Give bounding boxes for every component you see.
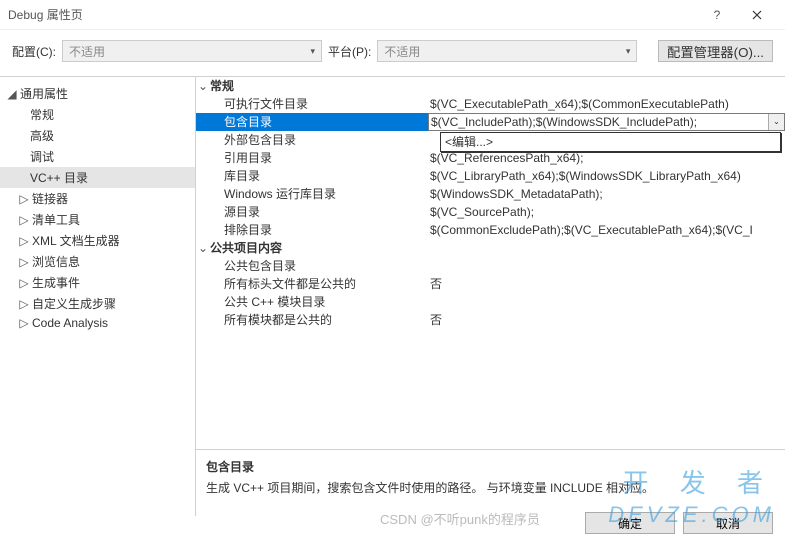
expand-icon: ▷	[18, 316, 30, 330]
tree-item[interactable]: ▷自定义生成步骤	[0, 293, 195, 314]
property-value[interactable]: $(CommonExcludePath);$(VC_ExecutablePath…	[428, 221, 785, 239]
chevron-down-icon: ▾	[626, 46, 631, 57]
property-value[interactable]	[428, 257, 785, 275]
property-category[interactable]: ⌄公共项目内容	[196, 239, 785, 257]
tree-item[interactable]: 常规	[0, 104, 195, 125]
property-name: 引用目录	[196, 149, 428, 167]
property-name: 可执行文件目录	[196, 95, 428, 113]
property-row[interactable]: 所有模块都是公共的否	[196, 311, 785, 329]
expand-icon: ▷	[18, 255, 30, 269]
tree-item[interactable]: VC++ 目录	[0, 167, 195, 188]
tree-item[interactable]: ▷链接器	[0, 188, 195, 209]
config-combo[interactable]: 不适用 ▾	[62, 40, 322, 62]
property-row[interactable]: 源目录$(VC_SourcePath);	[196, 203, 785, 221]
property-name: 公共包含目录	[196, 257, 428, 275]
platform-label: 平台(P):	[328, 43, 371, 60]
edit-dropdown[interactable]: <编辑...>	[440, 132, 781, 152]
collapse-icon: ◢	[6, 87, 18, 101]
expand-icon: ▷	[18, 276, 30, 290]
property-name: Windows 运行库目录	[196, 185, 428, 203]
close-icon	[752, 10, 762, 20]
tree-item[interactable]: ▷清单工具	[0, 209, 195, 230]
property-name: 包含目录	[196, 113, 428, 131]
tree-root[interactable]: ◢通用属性	[0, 83, 195, 104]
property-value[interactable]	[428, 293, 785, 311]
property-value[interactable]: $(VC_SourcePath);	[428, 203, 785, 221]
close-button[interactable]	[737, 0, 777, 30]
property-name: 源目录	[196, 203, 428, 221]
sidebar: ◢通用属性常规高级调试VC++ 目录▷链接器▷清单工具▷XML 文档生成器▷浏览…	[0, 77, 196, 516]
main-panel: ⌄常规可执行文件目录$(VC_ExecutablePath_x64);$(Com…	[196, 77, 785, 516]
config-manager-button[interactable]: 配置管理器(O)...	[658, 40, 773, 62]
chevron-down-icon: ▾	[310, 46, 315, 57]
property-name: 外部包含目录	[196, 131, 428, 149]
property-value[interactable]: $(VC_LibraryPath_x64);$(WindowsSDK_Libra…	[428, 167, 785, 185]
window-title: Debug 属性页	[8, 6, 697, 23]
expand-icon: ▷	[18, 213, 30, 227]
toolbar: 配置(C): 不适用 ▾ 平台(P): 不适用 ▾ 配置管理器(O)...	[0, 30, 785, 76]
tree-item[interactable]: 调试	[0, 146, 195, 167]
property-row[interactable]: 可执行文件目录$(VC_ExecutablePath_x64);$(Common…	[196, 95, 785, 113]
property-name: 所有标头文件都是公共的	[196, 275, 428, 293]
expand-icon: ▷	[18, 234, 30, 248]
tree: ◢通用属性常规高级调试VC++ 目录▷链接器▷清单工具▷XML 文档生成器▷浏览…	[0, 83, 195, 332]
tree-item[interactable]: ▷Code Analysis	[0, 314, 195, 332]
tree-item[interactable]: ▷浏览信息	[0, 251, 195, 272]
property-row[interactable]: 公共 C++ 模块目录	[196, 293, 785, 311]
expand-icon: ▷	[18, 297, 30, 311]
content: ◢通用属性常规高级调试VC++ 目录▷链接器▷清单工具▷XML 文档生成器▷浏览…	[0, 76, 785, 516]
property-value[interactable]: $(VC_IncludePath);$(WindowsSDK_IncludePa…	[428, 113, 785, 131]
config-label: 配置(C):	[12, 43, 56, 60]
property-name: 库目录	[196, 167, 428, 185]
property-value[interactable]: 否	[428, 275, 785, 293]
tree-item[interactable]: ▷生成事件	[0, 272, 195, 293]
description-title: 包含目录	[206, 458, 775, 475]
property-grid: ⌄常规可执行文件目录$(VC_ExecutablePath_x64);$(Com…	[196, 77, 785, 450]
dialog-footer: 确定 取消	[585, 512, 773, 534]
property-category[interactable]: ⌄常规	[196, 77, 785, 95]
collapse-icon: ⌄	[198, 77, 210, 95]
property-row[interactable]: 公共包含目录	[196, 257, 785, 275]
help-button[interactable]: ?	[697, 0, 737, 30]
description-panel: 包含目录 生成 VC++ 项目期间，搜索包含文件时使用的路径。 与环境变量 IN…	[196, 450, 785, 516]
property-row[interactable]: 排除目录$(CommonExcludePath);$(VC_Executable…	[196, 221, 785, 239]
chevron-down-icon[interactable]: ⌄	[768, 113, 784, 131]
ok-button[interactable]: 确定	[585, 512, 675, 534]
tree-item[interactable]: ▷XML 文档生成器	[0, 230, 195, 251]
cancel-button[interactable]: 取消	[683, 512, 773, 534]
property-row[interactable]: Windows 运行库目录$(WindowsSDK_MetadataPath);	[196, 185, 785, 203]
property-name: 所有模块都是公共的	[196, 311, 428, 329]
description-body: 生成 VC++ 项目期间，搜索包含文件时使用的路径。 与环境变量 INCLUDE…	[206, 479, 775, 496]
platform-combo[interactable]: 不适用 ▾	[377, 40, 637, 62]
expand-icon: ▷	[18, 192, 30, 206]
property-value[interactable]: $(VC_ExecutablePath_x64);$(CommonExecuta…	[428, 95, 785, 113]
property-value[interactable]: 否	[428, 311, 785, 329]
property-name: 排除目录	[196, 221, 428, 239]
title-bar: Debug 属性页 ?	[0, 0, 785, 30]
property-row[interactable]: 库目录$(VC_LibraryPath_x64);$(WindowsSDK_Li…	[196, 167, 785, 185]
collapse-icon: ⌄	[198, 239, 210, 257]
property-name: 公共 C++ 模块目录	[196, 293, 428, 311]
property-row[interactable]: 包含目录$(VC_IncludePath);$(WindowsSDK_Inclu…	[196, 113, 785, 131]
property-value[interactable]: $(WindowsSDK_MetadataPath);	[428, 185, 785, 203]
property-row[interactable]: 所有标头文件都是公共的否	[196, 275, 785, 293]
tree-item[interactable]: 高级	[0, 125, 195, 146]
